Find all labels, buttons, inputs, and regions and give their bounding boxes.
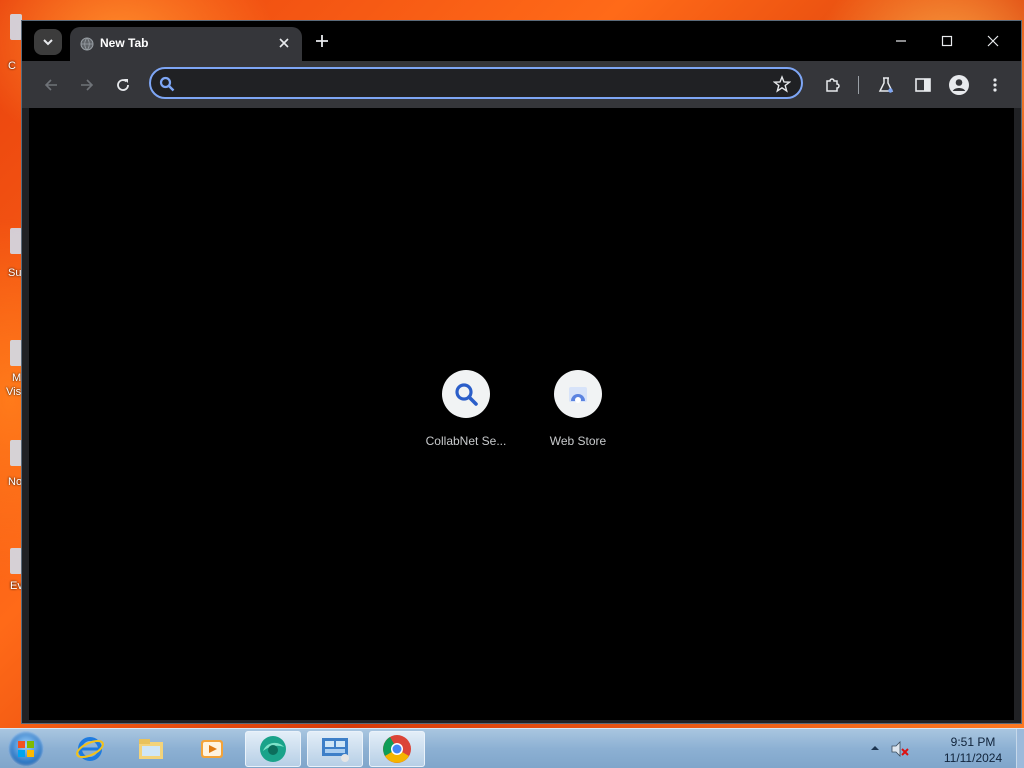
arrow-left-icon (44, 79, 57, 91)
taskbar-browser-app[interactable] (245, 731, 301, 767)
browser-window: New Tab CollabNet Se... Web Store (21, 20, 1022, 724)
globe-icon (80, 37, 94, 51)
file-explorer-icon (139, 739, 163, 759)
tab-strip: New Tab (22, 21, 1021, 61)
avatar-icon (949, 75, 969, 95)
browser-app-icon (260, 736, 286, 762)
desktop-icon-label: Su (8, 267, 22, 279)
minimize-icon (896, 40, 906, 42)
search-icon (159, 76, 175, 92)
toolbar-divider (858, 76, 859, 94)
close-icon[interactable] (276, 35, 292, 51)
tab-new-tab[interactable]: New Tab (70, 27, 302, 61)
forward-button[interactable] (75, 73, 99, 97)
side-panel-button[interactable] (911, 73, 935, 97)
address-bar[interactable] (149, 67, 803, 99)
back-button[interactable] (39, 73, 63, 97)
desktop-icon-label: M (12, 372, 22, 384)
tab-search-button[interactable] (34, 29, 62, 55)
taskbar-control-panel[interactable] (307, 731, 363, 767)
internet-explorer-icon (76, 737, 104, 761)
desktop-icon-label: C (8, 60, 16, 72)
media-player-icon (201, 740, 223, 758)
search-icon (455, 383, 478, 406)
extensions-button[interactable] (821, 73, 845, 97)
control-panel-icon (322, 738, 349, 762)
profile-button[interactable] (947, 73, 971, 97)
shortcut-tile[interactable] (442, 370, 490, 418)
show-desktop-button[interactable] (1016, 729, 1024, 768)
puzzle-icon (826, 78, 840, 92)
windows-logo-icon (18, 741, 34, 757)
start-button[interactable] (8, 731, 44, 767)
shortcut-collabnet[interactable]: CollabNet Se... (410, 370, 522, 448)
close-window-button[interactable] (981, 29, 1005, 53)
new-tab-page: CollabNet Se... Web Store (29, 108, 1014, 720)
clock-time: 9:51 PM (950, 735, 996, 749)
shortcut-tile[interactable] (554, 370, 602, 418)
arrow-right-icon (81, 79, 94, 91)
address-input[interactable] (183, 73, 767, 97)
maximize-icon (941, 35, 953, 47)
shortcut-label: Web Store (549, 434, 607, 448)
more-vert-icon (993, 78, 997, 92)
taskbar-media-player[interactable] (184, 731, 240, 767)
maximize-button[interactable] (935, 29, 959, 53)
chevron-down-icon (43, 39, 53, 46)
browser-toolbar (22, 61, 1021, 108)
chrome-icon (383, 735, 411, 763)
minimize-button[interactable] (889, 29, 913, 53)
reload-button[interactable] (111, 73, 135, 97)
web-store-icon (569, 387, 587, 403)
clock-date: 11/11/2024 (943, 751, 1003, 765)
taskbar: 9:51 PM 11/11/2024 (0, 728, 1024, 768)
shortcut-web-store[interactable]: Web Store (522, 370, 634, 448)
desktop-icon-label: Vis (6, 386, 22, 398)
reload-icon (117, 79, 129, 91)
taskbar-chrome[interactable] (369, 731, 425, 767)
system-clock[interactable]: 9:51 PM 11/11/2024 (930, 734, 1016, 766)
taskbar-internet-explorer[interactable] (62, 731, 118, 767)
taskbar-file-explorer[interactable] (123, 731, 179, 767)
volume-muted-icon[interactable] (890, 740, 910, 758)
desktop-icon-label: No (8, 476, 23, 488)
side-panel-icon (915, 78, 931, 92)
menu-button[interactable] (983, 73, 1007, 97)
tab-title: New Tab (100, 36, 149, 50)
close-icon (987, 35, 999, 47)
new-tab-button[interactable] (312, 31, 332, 51)
shortcut-label: CollabNet Se... (425, 434, 507, 448)
show-hidden-icons-button[interactable] (870, 743, 880, 753)
star-icon[interactable] (773, 75, 791, 93)
labs-button[interactable] (874, 73, 898, 97)
flask-icon (878, 77, 894, 93)
